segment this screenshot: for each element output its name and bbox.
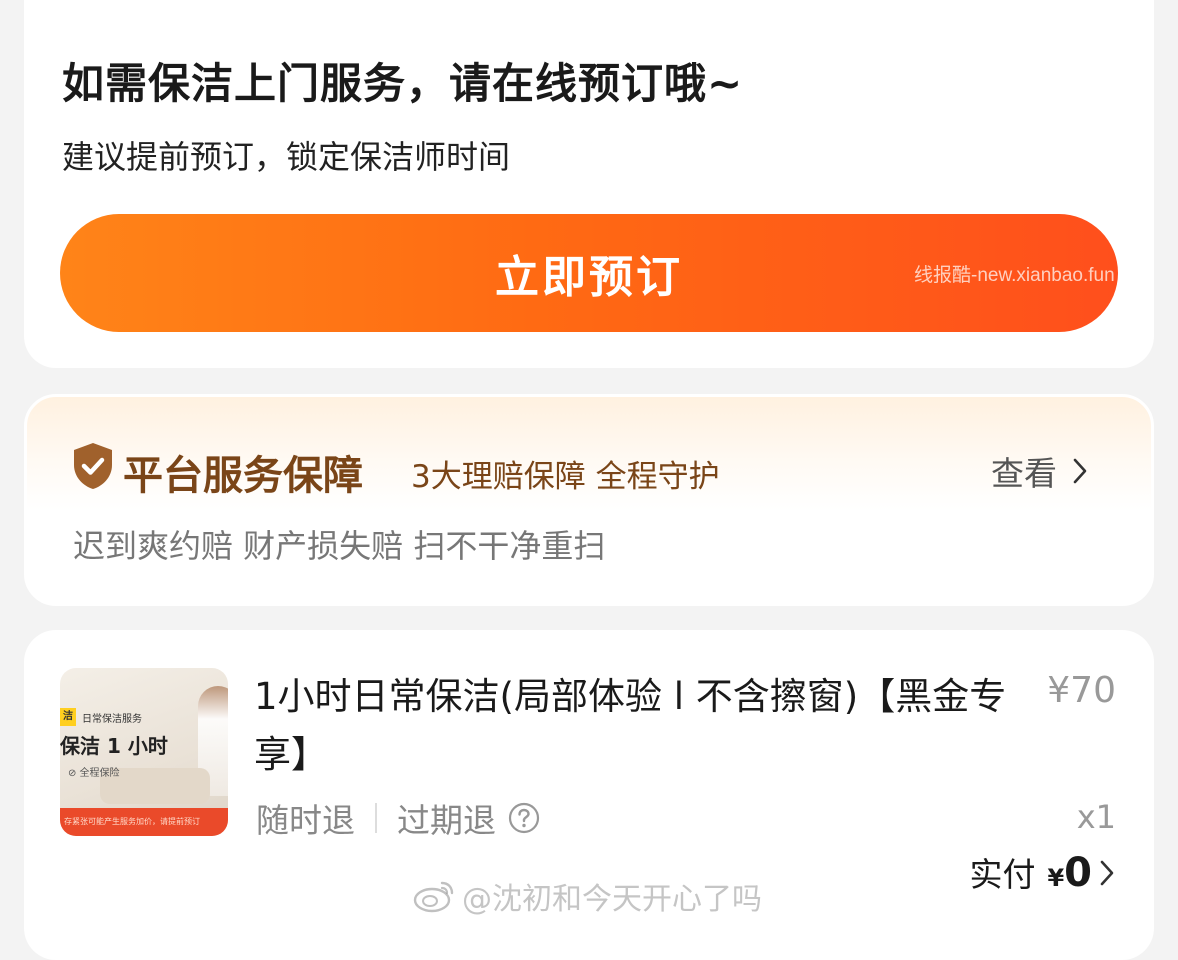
question-circle-icon[interactable] (508, 802, 540, 834)
thumbnail-tag-text: 日常保洁服务 (82, 713, 142, 725)
paid-amount: 0 (1064, 850, 1092, 896)
booking-card: 如需保洁上门服务，请在线预订哦~ 建议提前预订，锁定保洁师时间 立即预订 线报酷… (24, 0, 1154, 368)
thumbnail-footer: 存紧张可能产生服务加价，请提前预订 (60, 808, 228, 836)
tag-refund-anytime: 随时退 (256, 801, 355, 840)
thumbnail-tag: 洁 日常保洁服务 (60, 708, 142, 726)
product-title[interactable]: 1小时日常保洁(局部体验 l 不含擦窗)【黑金专享】 (254, 668, 1014, 784)
site-watermark: 线报酷-new.xianbao.fun (914, 265, 1115, 286)
chevron-right-icon (1100, 860, 1114, 886)
guarantee-card[interactable]: 平台服务保障 3大理赔保障 全程守护 查看 迟到爽约赔 财产损失赔 扫不干净重扫 (24, 394, 1154, 606)
guarantee-subtitle: 3大理赔保障 全程守护 (411, 459, 720, 495)
product-quantity: x1 (1076, 798, 1116, 836)
weibo-watermark: @沈初和今天开心了吗 (412, 874, 762, 918)
refund-tags: 随时退 过期退 (256, 794, 540, 842)
guarantee-items: 迟到爽约赔 财产损失赔 扫不干净重扫 (73, 527, 606, 565)
guarantee-view-label: 查看 (991, 454, 1057, 493)
booking-subtitle: 建议提前预订，锁定保洁师时间 (62, 138, 511, 176)
shield-check-icon (74, 443, 112, 489)
weibo-logo-icon (413, 881, 454, 913)
paid-label: 实付 (969, 855, 1036, 894)
thumbnail-title: 保洁 1 小时 (60, 734, 168, 758)
paid-amount-row[interactable]: 实付 ¥ 0 (969, 848, 1114, 896)
guarantee-view-link[interactable]: 查看 (991, 447, 1087, 495)
weibo-watermark-text: @沈初和今天开心了吗 (462, 882, 762, 917)
tag-refund-expired: 过期退 (397, 801, 496, 840)
booking-title: 如需保洁上门服务，请在线预订哦~ (62, 59, 744, 108)
product-thumbnail[interactable]: 洁 日常保洁服务 保洁 1 小时 ⊘ 全程保险 存紧张可能产生服务加价，请提前预… (60, 668, 228, 836)
product-price: ¥70 (1047, 670, 1116, 711)
thumbnail-tag-highlight: 洁 (60, 708, 76, 726)
book-now-label: 立即预订 (495, 252, 683, 303)
guarantee-title: 平台服务保障 (123, 453, 363, 499)
tag-divider (375, 803, 377, 833)
chevron-right-icon (1073, 458, 1087, 484)
paid-currency: ¥ (1047, 864, 1065, 892)
thumbnail-badge: ⊘ 全程保险 (68, 768, 120, 779)
